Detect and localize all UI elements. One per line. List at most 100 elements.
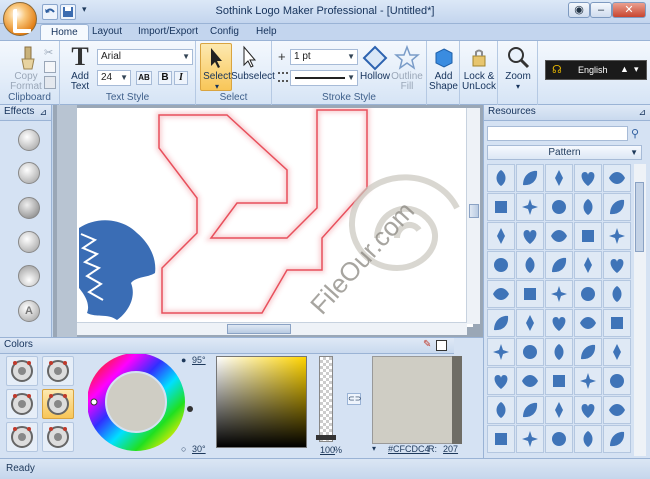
angle-value[interactable]: 30° [192,444,206,454]
lock-unlock-label[interactable]: Lock & UnLock [460,72,498,92]
resource-pattern-item[interactable] [603,338,631,366]
resource-pattern-item[interactable] [487,396,515,424]
text-effect-icon[interactable]: A [18,300,40,322]
resource-pattern-item[interactable] [603,251,631,279]
color-wheel[interactable] [88,354,198,454]
italic-button[interactable]: I [174,71,188,85]
resource-pattern-item[interactable] [574,222,602,250]
opacity-slider[interactable] [319,356,333,442]
horizontal-scrollbar[interactable] [77,322,467,335]
effect-swatch[interactable] [18,265,40,287]
opacity-value[interactable]: 100 [320,445,335,455]
hollow-label[interactable]: Hollow [357,72,393,82]
hollow-diamond-icon[interactable] [362,45,388,71]
resource-pattern-item[interactable] [603,396,631,424]
effect-swatch[interactable] [18,162,40,184]
fill-type-button[interactable] [42,389,74,419]
resource-pattern-item[interactable] [603,309,631,337]
save-icon[interactable] [60,4,76,20]
cut-icon[interactable]: ✂ [44,46,56,59]
resource-pattern-item[interactable] [545,193,573,221]
resource-pattern-item[interactable] [545,251,573,279]
fill-type-button[interactable] [6,356,38,386]
color-mode-icon[interactable]: ▾ [372,444,384,454]
resource-pattern-item[interactable] [603,280,631,308]
resource-pattern-item[interactable] [574,367,602,395]
resource-pattern-item[interactable] [516,309,544,337]
fill-type-button[interactable] [42,356,74,386]
effect-swatch[interactable] [18,231,40,253]
language-select[interactable]: ☊ English ▲ ▾ [545,60,647,80]
resource-pattern-item[interactable] [516,425,544,453]
brightness-value[interactable]: 95° [192,355,206,365]
search-icon[interactable]: ⚲ [631,127,639,140]
vertical-scrollbar[interactable] [466,108,480,324]
resource-pattern-item[interactable] [574,193,602,221]
resource-pattern-item[interactable] [574,251,602,279]
saturation-picker[interactable] [216,356,307,448]
resource-pattern-item[interactable] [545,425,573,453]
subselect-cursor-icon[interactable] [234,45,264,69]
paintbrush-icon[interactable] [15,45,41,71]
fill-type-button[interactable] [42,422,74,452]
line-style-select[interactable]: ▼ [290,70,358,86]
paste-icon[interactable] [44,76,56,89]
resource-pattern-item[interactable] [516,193,544,221]
tab-layout[interactable]: Layout [82,24,132,41]
resource-pattern-item[interactable] [516,367,544,395]
resource-pattern-item[interactable] [487,251,515,279]
resource-pattern-item[interactable] [487,338,515,366]
select-button[interactable]: Select ▾ [200,43,232,91]
pin-icon[interactable]: ⊿ [39,105,47,119]
tab-help[interactable]: Help [246,24,287,41]
resource-pattern-item[interactable] [574,280,602,308]
resource-pattern-item[interactable] [603,222,631,250]
subselect-label[interactable]: Subselect [231,72,275,82]
resource-pattern-item[interactable] [574,338,602,366]
resource-pattern-item[interactable] [516,164,544,192]
bold-button[interactable]: B [158,71,172,85]
resource-search-input[interactable] [487,126,628,141]
eyedropper-icon[interactable]: ✎ [423,338,431,352]
resource-pattern-item[interactable] [545,280,573,308]
scroll-thumb[interactable] [469,204,479,218]
minimize-button[interactable]: – [590,2,612,18]
effect-swatch[interactable] [18,129,40,151]
font-size-select[interactable]: 24 ▼ [97,70,131,86]
resource-pattern-item[interactable] [574,164,602,192]
resource-pattern-item[interactable] [516,251,544,279]
resource-pattern-item[interactable] [545,164,573,192]
magnifier-icon[interactable] [505,44,531,70]
resource-pattern-item[interactable] [574,396,602,424]
tab-config[interactable]: Config [200,24,249,41]
resource-pattern-item[interactable] [603,425,631,453]
hexagon-icon[interactable] [433,47,455,69]
link-icon[interactable]: ⊂⊃ [347,393,361,405]
resource-pattern-item[interactable] [516,338,544,366]
resource-pattern-item[interactable] [545,309,573,337]
outline-fill-label[interactable]: Outline Fill [389,72,425,92]
resource-pattern-item[interactable] [487,367,515,395]
no-color-icon[interactable] [436,340,447,351]
tab-import-export[interactable]: Import/Export [128,24,208,41]
resource-pattern-item[interactable] [574,309,602,337]
star-icon[interactable] [394,45,420,71]
effect-swatch[interactable] [18,197,40,219]
lock-icon[interactable] [468,47,490,69]
resource-pattern-item[interactable] [487,309,515,337]
resource-pattern-item[interactable] [545,338,573,366]
resource-pattern-item[interactable] [516,222,544,250]
resource-pattern-item[interactable] [603,164,631,192]
resource-pattern-item[interactable] [545,222,573,250]
resource-pattern-item[interactable] [487,193,515,221]
resource-pattern-item[interactable] [603,193,631,221]
pin-icon[interactable]: ⊿ [638,105,646,119]
design-canvas[interactable]: FileOur.com [77,108,473,327]
logo-artwork[interactable]: FileOur.com [77,108,473,327]
resource-pattern-item[interactable] [487,280,515,308]
font-name-select[interactable]: Arial ▼ [97,49,193,65]
resource-scrollbar[interactable] [634,164,646,456]
copy-icon[interactable] [44,61,56,73]
slider-handle[interactable] [316,435,336,440]
resource-pattern-item[interactable] [545,367,573,395]
